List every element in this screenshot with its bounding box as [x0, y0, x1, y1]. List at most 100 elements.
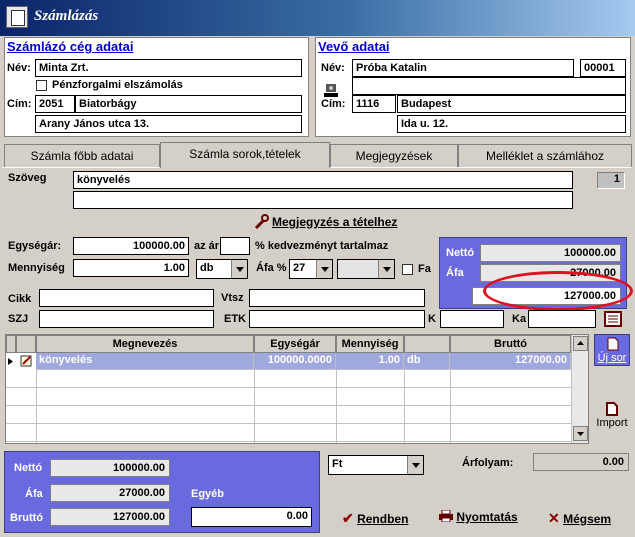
line-counter: 1 — [597, 172, 625, 189]
chevron-down-icon[interactable] — [378, 260, 394, 278]
new-document-icon — [607, 337, 619, 351]
wrench-icon[interactable] — [254, 214, 270, 230]
other-field[interactable]: 0.00 — [191, 507, 312, 527]
grid-header-unit[interactable] — [404, 335, 450, 353]
new-row-button[interactable]: Új sor — [594, 334, 630, 366]
ka-field[interactable] — [528, 310, 596, 328]
app-icon — [6, 6, 28, 28]
import-button[interactable]: Import — [594, 400, 630, 432]
chevron-down-icon[interactable] — [231, 260, 247, 278]
seller-zip-field[interactable]: 2051 — [35, 95, 75, 113]
scroll-down-icon[interactable] — [573, 426, 588, 441]
total-vat-label: Áfa — [25, 488, 43, 500]
seller-address-label: Cím: — [7, 98, 32, 110]
cikk-field[interactable] — [39, 289, 214, 307]
text-label: Szöveg — [8, 172, 47, 184]
cash-accounting-checkbox[interactable] — [36, 80, 47, 91]
vat-select-value: 27 — [293, 262, 306, 274]
grid-header-unit-price[interactable]: Egységár — [254, 335, 336, 353]
grid-header-gross[interactable]: Bruttó — [450, 335, 571, 353]
price-suffix-label: az ár — [194, 240, 220, 252]
buyer-name-label: Név: — [321, 62, 345, 74]
check-icon: ✔ — [342, 510, 354, 526]
buyer-address-label: Cím: — [321, 98, 346, 110]
currency-select[interactable]: Ft — [328, 455, 424, 475]
chevron-down-icon[interactable] — [407, 456, 423, 474]
buyer-name-field[interactable]: Próba Katalin — [352, 59, 574, 77]
buyer-city-field[interactable]: Budapest — [397, 95, 626, 113]
unit-select[interactable]: db — [196, 259, 248, 279]
cash-accounting-label: Pénzforgalmi elszámolás — [52, 79, 183, 91]
tab-main-data[interactable]: Számla főbb adatai — [4, 144, 160, 168]
buyer-zip-field[interactable]: 1116 — [352, 95, 396, 113]
vat-extra-select[interactable] — [337, 259, 395, 279]
vtsz-field[interactable] — [249, 289, 425, 307]
item-text-field-2[interactable] — [73, 191, 573, 209]
highlight-ellipse — [483, 271, 633, 311]
fa-checkbox[interactable] — [402, 264, 413, 275]
k-field[interactable] — [440, 310, 504, 328]
seller-city-field[interactable]: Biatorbágy — [75, 95, 302, 113]
currency-select-value: Ft — [332, 458, 343, 470]
buyer-title: Vevő adatai — [318, 39, 390, 54]
buyer-lookup-icon[interactable] — [322, 80, 344, 100]
print-button[interactable]: Nyomtatás — [439, 509, 529, 528]
chevron-down-icon[interactable] — [316, 260, 332, 278]
fa-label: Fa — [418, 263, 431, 275]
szj-field[interactable] — [39, 310, 214, 328]
col-divider — [404, 370, 405, 443]
item-note-button[interactable]: Megjegyzés a tételhez — [272, 215, 397, 229]
seller-title: Számlázó cég adatai — [7, 39, 134, 54]
etk-field[interactable] — [249, 310, 425, 328]
tab-attachment[interactable]: Melléklet a számlához — [458, 144, 632, 168]
total-net-label: Nettó — [14, 462, 43, 474]
item-net-field: 100000.00 — [480, 244, 621, 262]
cell-gross: 127000.00 — [450, 353, 571, 370]
window-title: Számlázás — [34, 8, 99, 24]
seller-name-field[interactable]: Minta Zrt. — [35, 59, 302, 77]
grid-header-qty[interactable]: Mennyiség — [336, 335, 404, 353]
cancel-button[interactable]: ✕ Mégsem — [548, 510, 630, 528]
ok-label: Rendben — [357, 512, 409, 526]
buyer-extra-field[interactable] — [352, 77, 626, 95]
table-row[interactable]: könyvelés 100000.0000 1.00 db 127000.00 — [6, 353, 571, 370]
seller-name-label: Név: — [7, 62, 31, 74]
tab-notes[interactable]: Megjegyzések — [330, 144, 458, 168]
qty-field[interactable]: 1.00 — [73, 259, 189, 277]
empty-rows — [6, 370, 571, 443]
list-icon[interactable] — [604, 311, 622, 327]
vat-label: Áfa % — [256, 262, 287, 274]
rate-field: 0.00 — [533, 453, 629, 471]
grid-indicator-header — [6, 335, 16, 353]
col-divider — [450, 370, 451, 443]
unit-select-value: db — [200, 262, 214, 274]
total-gross-field: 127000.00 — [50, 508, 170, 526]
buyer-street-field[interactable]: Ida u. 12. — [397, 115, 626, 133]
col-divider — [36, 370, 37, 443]
discount-field[interactable] — [220, 237, 250, 255]
grid-header-name[interactable]: Megnevezés — [36, 335, 254, 353]
rate-label: Árfolyam: — [462, 457, 514, 469]
print-label: Nyomtatás — [456, 510, 518, 524]
row-pointer-icon — [6, 353, 16, 370]
cikk-label: Cikk — [8, 293, 32, 305]
seller-street-field[interactable]: Arany János utca 13. — [35, 115, 302, 133]
etk-label: ETK — [224, 313, 246, 325]
item-vat-label: Áfa — [446, 267, 464, 279]
printer-icon — [439, 509, 453, 523]
grid-scrollbar[interactable] — [571, 335, 588, 443]
scroll-up-icon[interactable] — [573, 336, 588, 351]
vat-select[interactable]: 27 — [289, 259, 333, 279]
total-net-field: 100000.00 — [50, 459, 170, 477]
ka-label: Ka — [512, 313, 527, 325]
buyer-code-field[interactable]: 00001 — [580, 59, 626, 77]
grid-icon-header — [16, 335, 36, 353]
tab-invoice-lines[interactable]: Számla sorok,tételek — [160, 142, 330, 168]
item-text-field[interactable]: könyvelés — [73, 171, 573, 189]
cell-unit: db — [404, 353, 450, 370]
other-label: Egyéb — [191, 488, 225, 500]
unit-price-field[interactable]: 100000.00 — [73, 237, 189, 255]
ok-button[interactable]: ✔ Rendben — [342, 510, 422, 528]
edit-row-icon[interactable] — [18, 353, 36, 370]
import-label: Import — [596, 417, 628, 429]
